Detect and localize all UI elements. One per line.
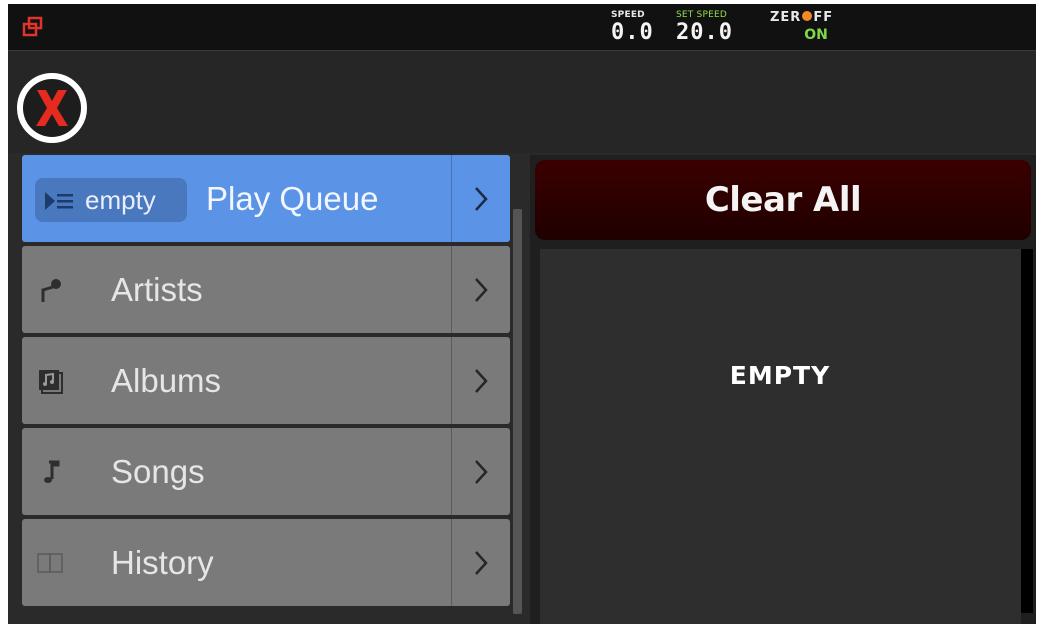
album-icon xyxy=(36,367,64,395)
chevron-right-icon[interactable] xyxy=(451,519,510,606)
set-speed-value: 20.0 xyxy=(676,20,733,45)
nav-item-label: Songs xyxy=(111,453,205,490)
clear-all-button[interactable]: Clear All xyxy=(535,160,1031,240)
chevron-right-icon[interactable] xyxy=(451,246,510,333)
queue-content-area: EMPTY xyxy=(540,249,1021,624)
queue-panel: Clear All EMPTY xyxy=(530,155,1036,624)
queue-status-text: empty xyxy=(85,185,156,215)
close-button[interactable] xyxy=(17,73,87,143)
nav-item-artists[interactable]: Artists xyxy=(22,246,510,333)
zero-off-label: ZER FF xyxy=(770,10,862,25)
zero-off-label-right: FF xyxy=(813,10,834,25)
chevron-right-icon[interactable] xyxy=(451,337,510,424)
clear-all-label: Clear All xyxy=(704,180,862,220)
zero-off-state: ON xyxy=(804,27,828,43)
zero-off-label-left: ZER xyxy=(770,10,802,25)
set-speed-readout: SET SPEED 20.0 xyxy=(676,10,733,46)
app-frame: SPEED 0.0 SET SPEED 20.0 ZER FF ON empty… xyxy=(8,4,1036,624)
chevron-right-icon[interactable] xyxy=(451,428,510,515)
library-nav-list: empty Play Queue Artists Albums Songs Hi… xyxy=(22,155,510,610)
book-icon xyxy=(36,549,64,577)
nav-item-history[interactable]: History xyxy=(22,519,510,606)
zero-off-dot-icon xyxy=(802,11,813,21)
nav-item-label: Play Queue xyxy=(206,180,379,217)
queue-status-badge: empty xyxy=(35,178,187,222)
speed-value: 0.0 xyxy=(611,20,654,45)
set-speed-label: SET SPEED xyxy=(676,10,728,20)
empty-state-text: EMPTY xyxy=(729,361,831,390)
nav-item-songs[interactable]: Songs xyxy=(22,428,510,515)
speed-readout: SPEED 0.0 xyxy=(611,10,654,46)
nav-item-albums[interactable]: Albums xyxy=(22,337,510,424)
top-toolbar xyxy=(8,51,1036,153)
play-queue-icon xyxy=(45,192,73,210)
chevron-right-icon[interactable] xyxy=(451,155,510,242)
speed-label: SPEED xyxy=(611,10,645,20)
nav-item-play-queue[interactable]: empty Play Queue xyxy=(22,155,510,242)
multi-window-icon[interactable] xyxy=(22,16,44,38)
nav-item-label: Albums xyxy=(111,362,222,399)
music-note-icon xyxy=(36,458,64,486)
status-bar: SPEED 0.0 SET SPEED 20.0 ZER FF ON xyxy=(8,4,1036,51)
close-icon xyxy=(23,79,81,137)
zero-off-indicator: ZER FF ON xyxy=(770,10,862,43)
microphone-icon xyxy=(36,276,64,304)
nav-item-label: History xyxy=(111,544,214,581)
nav-scrollbar[interactable] xyxy=(513,209,522,614)
nav-item-label: Artists xyxy=(111,271,203,308)
queue-scrollbar[interactable] xyxy=(1021,249,1033,613)
